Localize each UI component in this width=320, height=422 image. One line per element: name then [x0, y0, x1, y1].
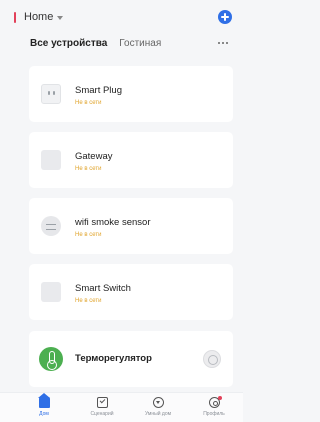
tab-all-devices[interactable]: Все устройства	[30, 38, 107, 49]
thermostat-icon	[39, 347, 63, 371]
home-marker	[14, 11, 16, 23]
tab-living-room[interactable]: Гостиная	[119, 38, 161, 49]
dot	[226, 42, 228, 44]
device-name: Gateway	[75, 151, 113, 162]
device-name: wifi smoke sensor	[75, 217, 151, 228]
scene-icon	[96, 397, 108, 408]
screen: Home Все устройства Гостиная Smart Plug …	[0, 0, 243, 422]
device-card-smoke-sensor[interactable]: wifi smoke sensor Не в сети	[29, 198, 233, 254]
device-status: Не в сети	[75, 298, 102, 304]
caret-down-icon	[57, 15, 64, 20]
notification-dot	[217, 396, 222, 400]
bottom-nav: Дом Сценарий Умный дом Профиль	[0, 392, 243, 422]
smoke-sensor-icon	[41, 216, 61, 236]
device-name: Smart Plug	[75, 85, 122, 96]
device-card-smart-plug[interactable]: Smart Plug Не в сети	[29, 66, 233, 122]
home-title: Home	[24, 11, 54, 23]
device-name: Терморегулятор	[75, 353, 152, 364]
device-card-smart-switch[interactable]: Smart Switch Не в сети	[29, 264, 233, 320]
power-button[interactable]	[203, 350, 221, 368]
device-status: Не в сети	[75, 100, 102, 106]
device-card-gateway[interactable]: Gateway Не в сети	[29, 132, 233, 188]
switch-icon	[41, 282, 61, 302]
plug-icon	[41, 84, 61, 104]
gateway-icon	[41, 150, 61, 170]
nav-label: Дом	[39, 411, 49, 417]
device-card-thermostat[interactable]: Терморегулятор	[29, 331, 233, 387]
device-status: Не в сети	[75, 166, 102, 172]
smart-icon	[152, 397, 164, 408]
dot	[222, 42, 224, 44]
home-icon	[37, 393, 50, 408]
device-status: Не в сети	[75, 232, 102, 238]
profile-icon	[208, 396, 222, 408]
nav-home[interactable]: Дом	[20, 393, 68, 417]
nav-smart[interactable]: Умный дом	[134, 397, 182, 417]
header: Home Все устройства Гостиная	[0, 0, 243, 58]
dot	[218, 42, 220, 44]
device-name: Smart Switch	[75, 283, 131, 294]
nav-scenes[interactable]: Сценарий	[78, 397, 126, 417]
nav-label: Сценарий	[90, 411, 114, 417]
add-device-button[interactable]	[218, 10, 232, 24]
nav-label: Умный дом	[144, 411, 172, 417]
nav-label: Профиль	[203, 411, 225, 417]
nav-profile[interactable]: Профиль	[190, 396, 238, 417]
home-selector[interactable]: Home	[14, 11, 64, 23]
room-tabs: Все устройства Гостиная	[30, 38, 161, 49]
more-options-button[interactable]	[218, 42, 228, 44]
